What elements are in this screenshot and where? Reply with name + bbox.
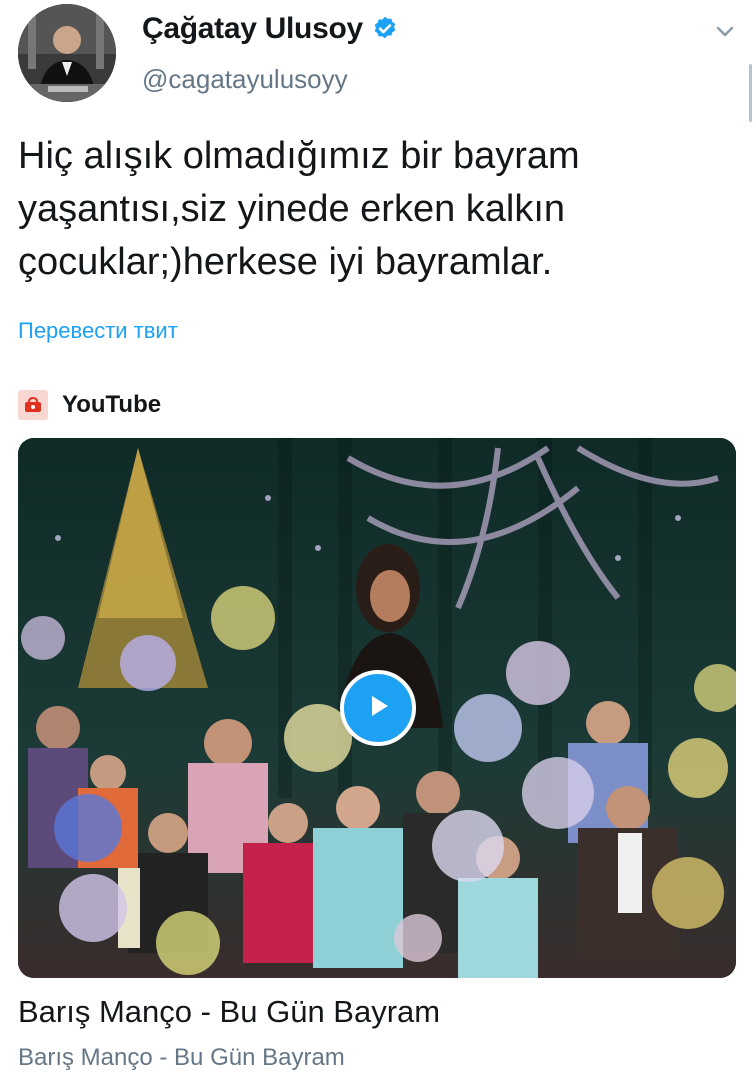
author-handle[interactable]: @cagatayulusoyy: [142, 64, 348, 95]
card-description: Barış Manço - Bu Gün Bayram: [18, 1044, 345, 1071]
source-name: YouTube: [62, 391, 162, 418]
tweet-text: Hiç alışık olmadığımız bir bayram yaşant…: [18, 135, 580, 283]
author-name-row[interactable]: Çağatay Ulusoy: [142, 12, 399, 46]
verified-badge-icon: [371, 15, 399, 43]
play-icon: [363, 691, 393, 726]
card-title[interactable]: Barış Manço - Bu Gün Bayram: [18, 994, 440, 1030]
card-source[interactable]: YouTube: [18, 390, 161, 420]
video-card[interactable]: [18, 438, 736, 978]
chevron-down-icon[interactable]: [714, 20, 736, 42]
play-button[interactable]: [340, 670, 416, 746]
translate-tweet-link[interactable]: Перевести твит: [18, 318, 178, 344]
scrollbar[interactable]: [749, 64, 752, 122]
youtube-icon: [18, 390, 48, 420]
display-name[interactable]: Çağatay Ulusoy: [142, 12, 363, 46]
avatar[interactable]: [18, 4, 116, 102]
tweet-header: Çağatay Ulusoy @cagatayulusoyy: [0, 0, 754, 122]
